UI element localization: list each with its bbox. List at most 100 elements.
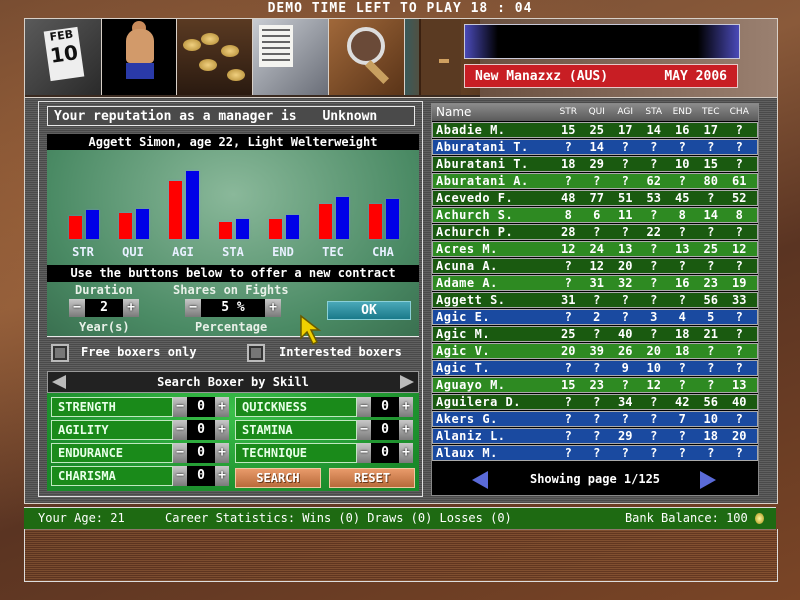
shares-value: 5 % (201, 299, 265, 317)
stat-cell-sta: ? (650, 446, 658, 460)
table-row[interactable]: Akers G.???? 7 10? (432, 411, 758, 427)
column-header-sta[interactable]: STA (640, 104, 669, 121)
stat-cell-cha: 12 (732, 242, 747, 256)
stat-cell-agi: 9 (621, 361, 629, 375)
stat-cell-tec: 56 (703, 395, 718, 409)
money-icon[interactable] (177, 19, 253, 95)
previous-arrow-icon[interactable] (52, 375, 66, 389)
shares-plus-button[interactable]: + (265, 299, 281, 317)
duration-plus-button[interactable]: + (123, 299, 139, 317)
table-row[interactable]: Aguayo M. 15 23? 12?? 13 (432, 377, 758, 393)
bar-agi-potential (186, 171, 199, 239)
table-row[interactable]: Alaniz L.?? 29?? 18 20 (432, 428, 758, 444)
table-row[interactable]: Agic T.?? 9 10??? (432, 360, 758, 376)
tick-label-agi: AGI (172, 245, 194, 259)
column-header-str[interactable]: STR (554, 104, 583, 121)
table-row[interactable]: Agic V. 20 39 26 20 18?? (432, 343, 758, 359)
tick-label-cha: CHA (372, 245, 394, 259)
table-row[interactable]: Adame A.? 31 32? 16 23 19 (432, 275, 758, 291)
table-row[interactable]: Aburatani T. 18 29?? 10 15? (432, 156, 758, 172)
skill-minus-button[interactable]: − (357, 397, 371, 417)
table-row[interactable]: Agic M. 25? 40? 18 21? (432, 326, 758, 342)
reset-button[interactable]: RESET (329, 468, 415, 488)
bar-tec-current (319, 204, 332, 239)
column-header-cha[interactable]: CHA (725, 104, 754, 121)
skill-value: 0 (371, 443, 399, 463)
table-row[interactable]: Acuna A.? 12 20???? (432, 258, 758, 274)
previous-page-icon[interactable] (472, 471, 488, 489)
interested-boxers-checkbox[interactable] (247, 344, 265, 362)
reputation-box: Your reputation as a manager is Unknown (47, 106, 415, 126)
boxer-name: Agic V. (436, 344, 491, 358)
bar-end-current (269, 219, 282, 239)
skill-minus-button[interactable]: − (173, 420, 187, 440)
ok-button[interactable]: OK (327, 301, 411, 320)
skill-plus-button[interactable]: + (399, 420, 413, 440)
column-header-name[interactable]: Name (432, 104, 554, 121)
table-row[interactable]: Acevedo F. 48 77 51 53 45? 52 (432, 190, 758, 206)
ring-roster-icon[interactable] (253, 19, 329, 95)
skill-plus-button[interactable]: + (399, 443, 413, 463)
current-date: MAY 2006 (664, 68, 727, 84)
boxer-icon[interactable] (102, 19, 177, 95)
skill-minus-button[interactable]: − (173, 397, 187, 417)
skill-minus-button[interactable]: − (357, 420, 371, 440)
stat-cell-end: 4 (678, 310, 686, 324)
skill-plus-button[interactable]: + (215, 466, 229, 486)
stat-cell-qui: 25 (589, 123, 604, 137)
search-button[interactable]: SEARCH (235, 468, 321, 488)
table-row[interactable]: Acres M. 12 24 13? 13 25 12 (432, 241, 758, 257)
stat-cell-cha: ? (735, 140, 743, 154)
skill-plus-button[interactable]: + (215, 443, 229, 463)
stat-cell-tec: 14 (703, 208, 718, 222)
stat-cell-qui: ? (593, 412, 601, 426)
stat-cell-end: ? (678, 259, 686, 273)
stat-cell-sta: 20 (646, 344, 661, 358)
table-row[interactable]: Agic E.? 2? 3 4 5? (432, 309, 758, 325)
calendar-page: FEB 10 (43, 26, 85, 82)
duration-minus-button[interactable]: − (69, 299, 85, 317)
coin-shape (221, 45, 239, 57)
column-header-agi[interactable]: AGI (611, 104, 640, 121)
door-panel-shape (419, 19, 461, 95)
stat-cell-sta: ? (650, 259, 658, 273)
bar-tec-potential (336, 197, 349, 239)
table-row[interactable]: Alaux M.??????? (432, 445, 758, 461)
table-row[interactable]: Achurch S. 8 6 11? 8 14 8 (432, 207, 758, 223)
stat-cell-sta: ? (650, 429, 658, 443)
skill-minus-button[interactable]: − (173, 466, 187, 486)
stat-cell-qui: ? (593, 293, 601, 307)
column-header-qui[interactable]: QUI (583, 104, 612, 121)
skill-minus-button[interactable]: − (357, 443, 371, 463)
skill-plus-button[interactable]: + (215, 397, 229, 417)
next-arrow-icon[interactable] (400, 375, 414, 389)
boxer-name: Adame A. (436, 276, 498, 290)
skill-minus-button[interactable]: − (173, 443, 187, 463)
table-row[interactable]: Aburatani T.? 14????? (432, 139, 758, 155)
next-page-icon[interactable] (700, 471, 716, 489)
career-statistics: Career Statistics: Wins (0) Draws (0) Lo… (165, 511, 512, 525)
stat-cell-tec: ? (707, 344, 715, 358)
skill-plus-button[interactable]: + (399, 397, 413, 417)
column-header-end[interactable]: END (668, 104, 697, 121)
stat-cell-end: 10 (675, 157, 690, 171)
search-by-skill-panel: Search Boxer by Skill SEARCH RESET STREN… (47, 371, 419, 491)
bank-balance-text: Bank Balance: 100 (624, 511, 748, 525)
table-row[interactable]: Abadie M. 15 25 17 14 16 17? (432, 122, 758, 138)
stat-cell-agi: 40 (618, 327, 633, 341)
shares-minus-button[interactable]: − (185, 299, 201, 317)
stat-cell-qui: 6 (593, 208, 601, 222)
stat-cell-tec: ? (707, 259, 715, 273)
search-magnifier-icon[interactable] (329, 19, 405, 95)
table-row[interactable]: Aburatani A.??? 62? 80 61 (432, 173, 758, 189)
calendar-icon[interactable]: FEB 10 (25, 19, 102, 95)
free-boxers-checkbox[interactable] (51, 344, 69, 362)
boxer-shorts-shape (126, 63, 154, 79)
table-row[interactable]: Achurch P. 28?? 22??? (432, 224, 758, 240)
table-row[interactable]: Aggett S. 31???? 56 33 (432, 292, 758, 308)
skill-plus-button[interactable]: + (215, 420, 229, 440)
column-header-tec[interactable]: TEC (697, 104, 726, 121)
boxer-name: Abadie M. (436, 123, 506, 137)
skill-filter-strength: STRENGTH −0 + (51, 397, 229, 417)
table-row[interactable]: Aguilera D.?? 34? 42 56 40 (432, 394, 758, 410)
